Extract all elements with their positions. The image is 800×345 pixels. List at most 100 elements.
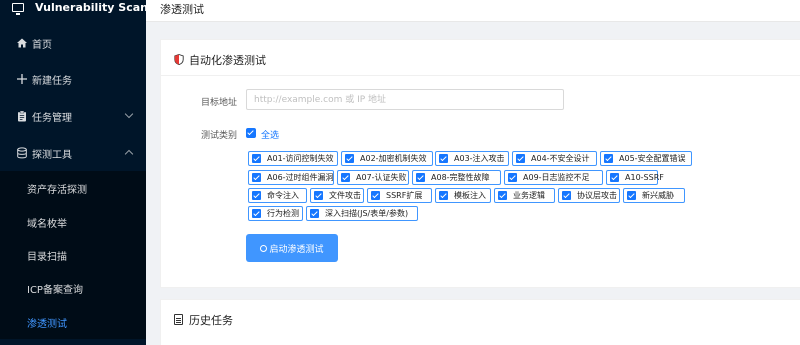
category-checkbox[interactable]: [516, 154, 525, 163]
sidebar-subitem-dir-scan[interactable]: 目录扫描: [0, 238, 146, 272]
home-icon: [16, 37, 28, 49]
category-label: 深入扫描(JS/表单/参数): [325, 209, 409, 218]
document-icon: [174, 314, 183, 325]
brand[interactable]: Vulnerability Scanner: [0, 0, 169, 20]
sidebar-item-task-management[interactable]: 任务管理: [0, 99, 146, 133]
category-tag[interactable]: 深入扫描(JS/表单/参数): [306, 206, 418, 221]
category-checkbox[interactable]: [610, 173, 619, 182]
loading-icon: [260, 244, 268, 252]
category-label: A08-完整性故障: [431, 173, 490, 182]
category-label: 测试类别: [201, 131, 238, 141]
select-all-checkbox[interactable]: [246, 128, 256, 138]
category-tag[interactable]: A04-不安全设计: [512, 151, 597, 166]
database-icon: [16, 147, 28, 159]
category-checkbox[interactable]: [252, 154, 261, 163]
sidebar-subitem-label: 域名枚举: [27, 218, 67, 230]
history-title: 历史任务: [189, 314, 233, 327]
category-label: 新兴威胁: [642, 191, 674, 200]
sidebar-subitem-icp-query[interactable]: ICP备案查询: [0, 271, 146, 305]
target-url-input[interactable]: [246, 89, 564, 110]
category-tag[interactable]: A03-注入攻击: [435, 151, 509, 166]
category-label: A01-访问控制失效: [267, 154, 334, 163]
category-tag[interactable]: A05-安全配置错误: [600, 151, 692, 166]
category-checkbox[interactable]: [416, 173, 425, 182]
category-tag[interactable]: 业务逻辑: [494, 188, 555, 203]
category-tag[interactable]: 文件攻击: [310, 188, 364, 203]
category-checkbox[interactable]: [371, 191, 380, 200]
category-tag[interactable]: A09-日志监控不足: [504, 170, 603, 185]
chevron-down-icon: [124, 109, 134, 119]
category-checkbox[interactable]: [252, 191, 261, 200]
monitor-icon: [12, 3, 24, 15]
category-tag[interactable]: A02-加密机制失效: [341, 151, 433, 166]
plus-icon: [16, 73, 28, 85]
category-label: 业务逻辑: [513, 191, 545, 200]
clipboard-icon: [16, 110, 28, 122]
start-pentest-label: 启动渗透测试: [269, 244, 324, 255]
category-label: A10-SSRF: [625, 173, 664, 182]
category-tag[interactable]: SSRF扩展: [367, 188, 432, 203]
sidebar-item-label: 探测工具: [32, 149, 72, 161]
category-checkbox[interactable]: [439, 191, 448, 200]
page-title: 渗透测试: [160, 3, 204, 16]
category-label: A04-不安全设计: [531, 154, 590, 163]
sidebar-subitem-domain-enum[interactable]: 域名枚举: [0, 205, 146, 239]
category-label: A02-加密机制失效: [360, 154, 427, 163]
start-pentest-button[interactable]: 启动渗透测试: [246, 234, 338, 262]
category-label: A09-日志监控不足: [523, 173, 590, 182]
sidebar-subitem-label: 渗透测试: [27, 318, 67, 330]
sidebar-subitem-label: 目录扫描: [27, 251, 67, 263]
history-card: 历史任务: [160, 299, 800, 345]
category-checkbox[interactable]: [345, 154, 354, 163]
category-label: 模板注入: [454, 191, 486, 200]
category-checkbox[interactable]: [310, 209, 319, 218]
category-label: A03-注入攻击: [454, 154, 505, 163]
category-checkbox[interactable]: [604, 154, 613, 163]
category-checkbox[interactable]: [498, 191, 507, 200]
category-checkbox[interactable]: [314, 191, 323, 200]
category-checkbox[interactable]: [439, 154, 448, 163]
category-tag[interactable]: A06-过时组件漏洞: [248, 170, 334, 185]
category-tag[interactable]: A10-SSRF: [606, 170, 664, 185]
card-header: 自动化渗透测试: [161, 40, 800, 76]
category-tag[interactable]: 协议层攻击: [558, 188, 620, 203]
category-tag[interactable]: A07-认证失败: [337, 170, 409, 185]
category-tag[interactable]: 命令注入: [248, 188, 307, 203]
category-tag[interactable]: A01-访问控制失效: [248, 151, 338, 166]
sidebar-subitem-pentest[interactable]: 渗透测试: [0, 305, 146, 339]
select-all-label[interactable]: 全选: [261, 128, 279, 141]
category-checkbox[interactable]: [252, 173, 261, 182]
category-label: A05-安全配置错误: [619, 154, 686, 163]
page-header: 渗透测试: [146, 0, 800, 22]
sidebar-subitem-label: 资产存活探测: [27, 184, 87, 196]
card-header: 历史任务: [161, 300, 800, 336]
category-tag[interactable]: 模板注入: [435, 188, 491, 203]
category-tag[interactable]: 行为检测: [248, 206, 303, 221]
target-label: 目标地址: [201, 98, 238, 108]
sidebar-item-label: 新建任务: [32, 75, 72, 87]
category-checkbox[interactable]: [341, 173, 350, 182]
shield-icon: [174, 54, 184, 65]
sidebar-subitem-label: ICP备案查询: [27, 284, 83, 296]
sidebar-item-detection-tools[interactable]: 探测工具: [0, 136, 146, 170]
category-tag[interactable]: A08-完整性故障: [412, 170, 501, 185]
sidebar: Vulnerability Scanner 首页 新建任务 任务管理 探测工具 …: [0, 0, 169, 345]
category-checkbox[interactable]: [252, 209, 261, 218]
sidebar-subitem-asset-alive[interactable]: 资产存活探测: [0, 171, 146, 205]
chevron-up-icon: [124, 149, 134, 159]
category-label: 协议层攻击: [577, 191, 617, 200]
category-checkbox[interactable]: [508, 173, 517, 182]
sidebar-item-home[interactable]: 首页: [0, 26, 146, 60]
category-label: A06-过时组件漏洞: [267, 173, 334, 182]
sidebar-item-label: 任务管理: [32, 112, 72, 124]
category-tag[interactable]: 新兴威胁: [623, 188, 685, 203]
category-label: 文件攻击: [329, 191, 361, 200]
card-title: 自动化渗透测试: [189, 54, 266, 67]
category-label: 行为检测: [267, 209, 299, 218]
category-checkbox[interactable]: [562, 191, 571, 200]
sidebar-item-new-task[interactable]: 新建任务: [0, 62, 146, 96]
category-checkbox[interactable]: [627, 191, 636, 200]
category-label: A07-认证失败: [356, 173, 407, 182]
category-label: 命令注入: [267, 191, 299, 200]
sidebar-item-label: 首页: [32, 39, 52, 51]
